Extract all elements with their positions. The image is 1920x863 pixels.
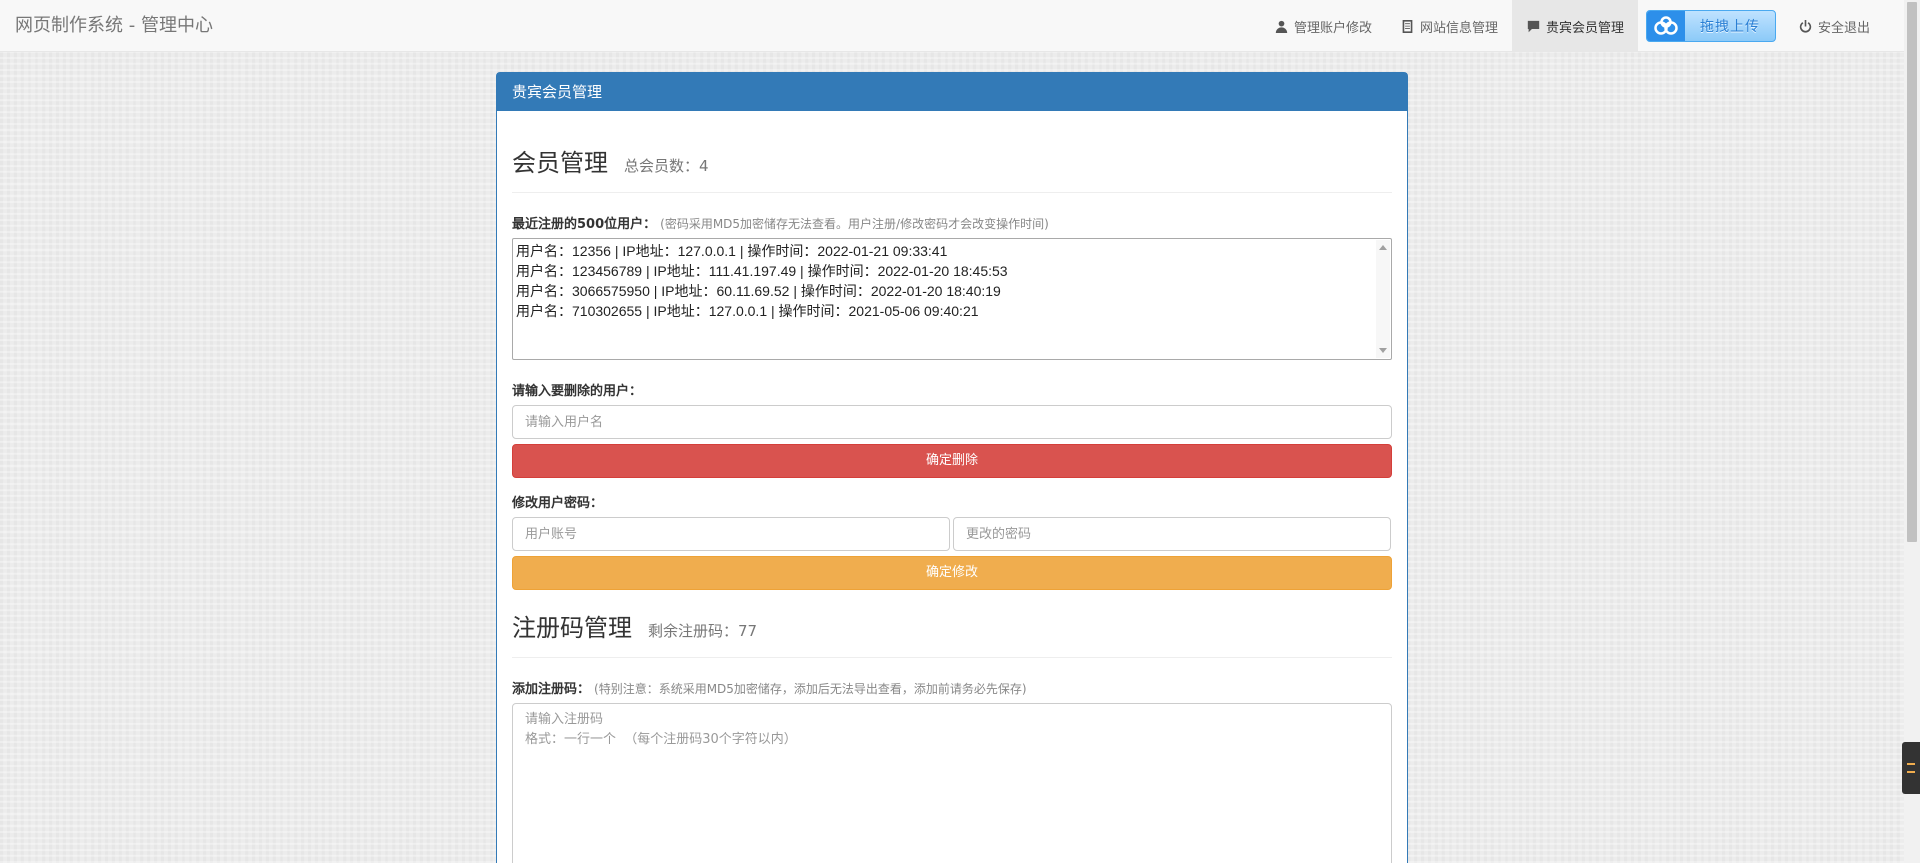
recent-users-hint: (密码采用MD5加密储存无法查看。用户注册/修改密码才会改变操作时间) xyxy=(660,217,1049,231)
delete-user-label: 请输入要删除的用户： xyxy=(512,384,643,399)
scroll-up-arrow-icon[interactable] xyxy=(1379,245,1387,250)
user-icon xyxy=(1274,18,1290,34)
scroll-down-arrow-icon[interactable] xyxy=(1379,348,1387,353)
nav-item-site-info[interactable]: 网站信息管理 xyxy=(1386,0,1512,52)
nav-menu: 管理账户修改 网站信息管理 贵宾会员管理 拖拽上传 安全退出 xyxy=(1260,0,1884,52)
brand-title[interactable]: 网页制作系统 - 管理中心 xyxy=(15,0,213,52)
upload-label: 拖拽上传 xyxy=(1699,19,1760,35)
user-account-input[interactable] xyxy=(512,517,950,551)
member-count: 总会员数：4 xyxy=(624,157,709,175)
nav-item-account[interactable]: 管理账户修改 xyxy=(1260,0,1386,52)
add-code-label: 添加注册码： (特别注意：系统采用MD5加密储存，添加后无法导出查看，添加前请务必… xyxy=(512,678,1392,697)
new-password-input[interactable] xyxy=(953,517,1391,551)
confirm-delete-button[interactable]: 确定删除 xyxy=(512,444,1392,478)
vip-member-panel: 贵宾会员管理 会员管理 总会员数：4 最近注册的500位用户： (密码采用MD5加… xyxy=(496,72,1408,863)
nav-item-logout[interactable]: 安全退出 xyxy=(1784,0,1884,52)
widget-mark xyxy=(1907,763,1915,765)
power-icon xyxy=(1798,18,1814,34)
remaining-codes: 剩余注册码：77 xyxy=(648,622,758,640)
add-code-hint: (特别注意：系统采用MD5加密储存，添加后无法导出查看，添加前请务必先保存) xyxy=(594,682,1027,696)
delete-username-input[interactable] xyxy=(512,405,1392,439)
list-item: 用户名：123456789 | IP地址：111.41.197.49 | 操作时… xyxy=(516,263,1008,279)
nav-item-label: 安全退出 xyxy=(1817,20,1870,36)
confirm-modify-button[interactable]: 确定修改 xyxy=(512,556,1392,590)
list-scrollbar[interactable] xyxy=(1376,240,1390,358)
modify-password-row xyxy=(512,517,1392,551)
member-section-header: 会员管理 总会员数：4 xyxy=(512,143,1392,193)
document-icon xyxy=(1400,18,1416,34)
list-item: 用户名：12356 | IP地址：127.0.0.1 | 操作时间：2022-0… xyxy=(516,243,948,259)
widget-mark xyxy=(1907,771,1915,773)
nav-item-label: 网站信息管理 xyxy=(1419,20,1498,36)
top-navbar: 网页制作系统 - 管理中心 管理账户修改 网站信息管理 贵宾会员管理 拖拽上传 … xyxy=(0,0,1904,52)
recent-users-list[interactable]: 用户名：12356 | IP地址：127.0.0.1 | 操作时间：2022-0… xyxy=(512,238,1392,360)
nav-item-label: 管理账户修改 xyxy=(1293,20,1372,36)
list-item: 用户名：710302655 | IP地址：127.0.0.1 | 操作时间：20… xyxy=(516,303,979,319)
nav-item-vip-members[interactable]: 贵宾会员管理 xyxy=(1511,0,1638,52)
baidu-cloud-icon xyxy=(1646,11,1685,41)
panel-body: 会员管理 总会员数：4 最近注册的500位用户： (密码采用MD5加密储存无法查看… xyxy=(497,143,1407,863)
code-section-title: 注册码管理 xyxy=(512,614,632,642)
side-floating-widget[interactable] xyxy=(1902,742,1920,794)
modify-password-label: 修改用户密码： xyxy=(512,496,604,511)
recent-users-label: 最近注册的500位用户： (密码采用MD5加密储存无法查看。用户注册/修改密码才会… xyxy=(512,213,1392,232)
registration-code-textarea[interactable] xyxy=(512,703,1392,863)
member-section-title: 会员管理 xyxy=(512,149,608,177)
recent-users-label-text: 最近注册的500位用户： xyxy=(512,217,657,232)
comment-icon xyxy=(1526,18,1542,34)
page-scrollbar[interactable] xyxy=(1904,0,1920,863)
code-section-header: 注册码管理 剩余注册码：77 xyxy=(512,608,1392,658)
drag-upload-button[interactable]: 拖拽上传 xyxy=(1645,10,1776,42)
list-item: 用户名：3066575950 | IP地址：60.11.69.52 | 操作时间… xyxy=(516,283,1001,299)
scrollbar-thumb[interactable] xyxy=(1907,2,1917,542)
add-code-label-text: 添加注册码： xyxy=(512,682,591,697)
panel-heading: 贵宾会员管理 xyxy=(497,73,1407,111)
nav-item-label: 贵宾会员管理 xyxy=(1545,20,1624,36)
